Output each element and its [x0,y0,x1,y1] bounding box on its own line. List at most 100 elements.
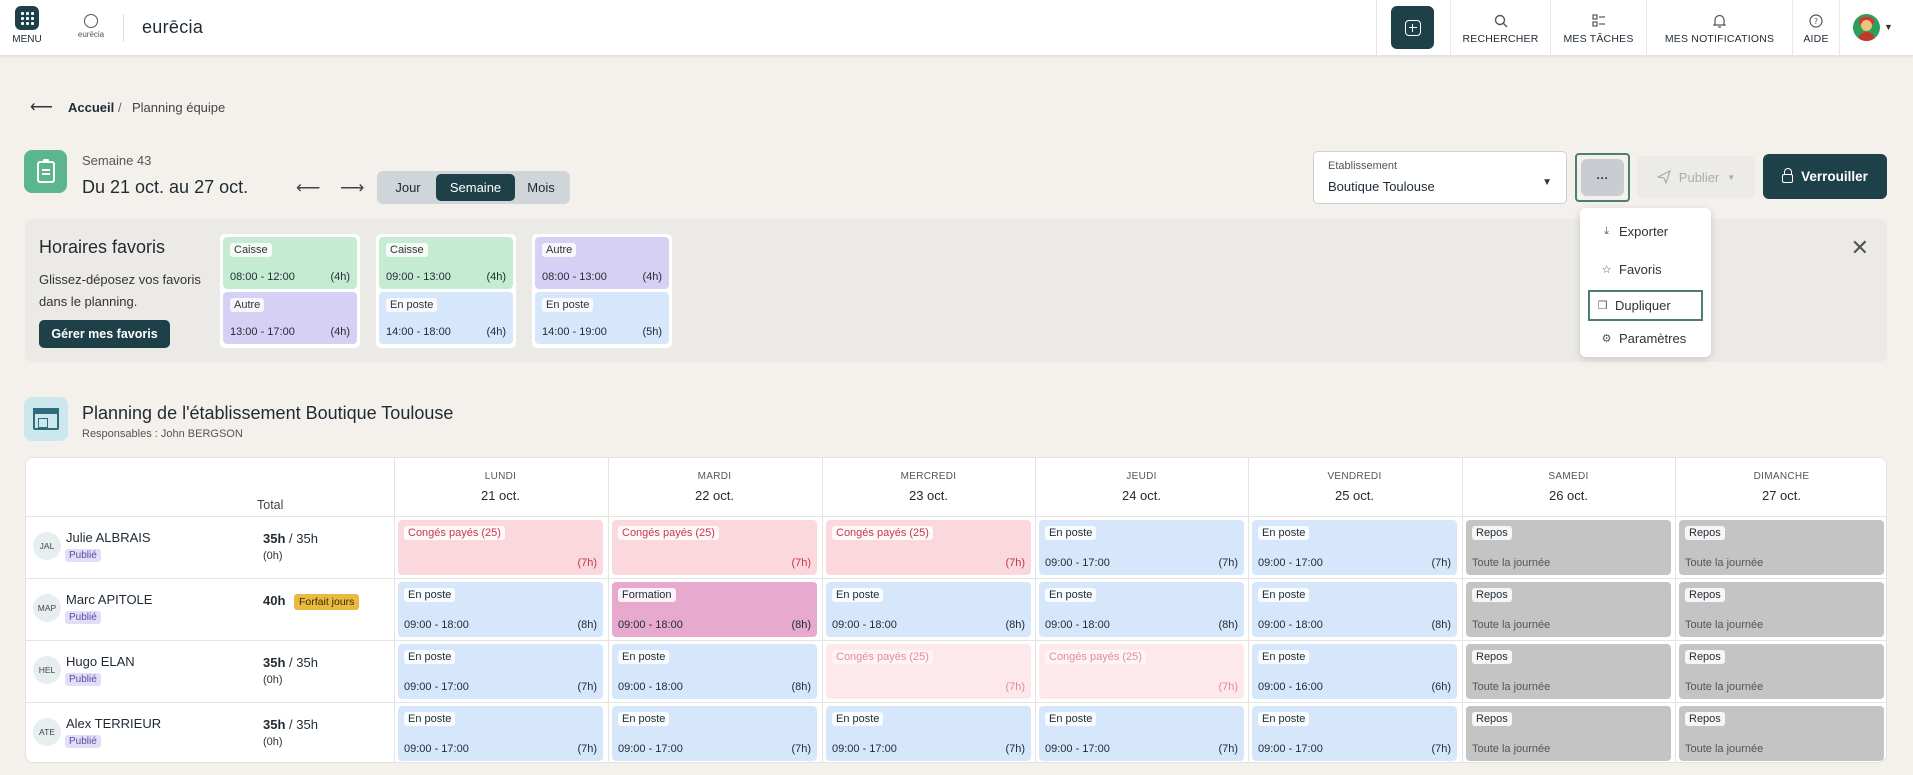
employee-row[interactable]: HEL Hugo ELAN Publié 35h / 35h (0h) [26,641,394,703]
favorite-time: 14:00 - 18:00 [386,326,451,338]
shift-duration: (7h) [1431,743,1451,755]
shift-tag: En poste [404,650,456,664]
shift-tag: Congés payés (25) [618,526,719,540]
employee-name[interactable]: Alex TERRIEUR [66,716,161,731]
hours-value: 35h [263,531,286,546]
breadcrumb-home[interactable]: Accueil [68,100,114,115]
shift-cell[interactable]: En poste 09:00 - 17:00 (7h) [398,706,603,761]
shift-cell[interactable]: En poste 09:00 - 17:00 (7h) [612,706,817,761]
favorite-shift-card[interactable]: En poste 14:00 - 18:00 (4h) [379,292,513,344]
shift-cell[interactable]: Repos Toute la journée [1466,644,1671,699]
shift-tag: Congés payés (25) [404,526,505,540]
lock-button[interactable]: Verrouiller [1763,154,1887,199]
shift-cell[interactable]: En poste 09:00 - 16:00 (6h) [1252,644,1457,699]
shift-cell[interactable]: En poste 09:00 - 18:00 (8h) [612,644,817,699]
employee-row[interactable]: MAP Marc APITOLE Publié 40h Forfait jours [26,579,394,641]
favorite-shift-card[interactable]: Caisse 09:00 - 13:00 (4h) [379,237,513,289]
shift-cell[interactable]: En poste 09:00 - 17:00 (7h) [1252,706,1457,761]
previous-week-arrow-icon[interactable]: ⟵ [296,178,320,198]
download-icon: ⤓ [1604,225,1609,237]
shift-cell[interactable]: En poste 09:00 - 18:00 (8h) [1039,582,1244,637]
week-range: Du 21 oct. au 27 oct. [82,177,249,197]
view-month[interactable]: Mois [515,174,567,201]
shift-cell[interactable]: Repos Toute la journée [1679,520,1884,575]
shift-cell[interactable]: Congés payés (25) (7h) [826,520,1031,575]
user-avatar[interactable] [1853,14,1880,41]
menu-button[interactable]: MENU [8,6,46,45]
nav-search[interactable]: RECHERCHER [1450,0,1550,56]
more-actions-button[interactable]: ··· [1575,153,1630,202]
employee-name[interactable]: Marc APITOLE [66,592,152,607]
shift-cell[interactable]: En poste 09:00 - 18:00 (8h) [1252,582,1457,637]
shift-time: Toute la journée [1472,681,1551,693]
publish-button[interactable]: Publier ▼ [1637,156,1755,198]
shift-tag: En poste [1258,650,1310,664]
shift-cell[interactable]: En poste 09:00 - 17:00 (7h) [1039,706,1244,761]
shift-cell[interactable]: En poste 09:00 - 18:00 (8h) [826,582,1031,637]
dropdown-settings[interactable]: ⚙ Paramètres [1588,323,1703,354]
shift-cell[interactable]: En poste 09:00 - 17:00 (7h) [1039,520,1244,575]
chevron-down-icon[interactable]: ▼ [1884,22,1893,32]
shift-cell[interactable]: Repos Toute la journée [1466,520,1671,575]
view-day[interactable]: Jour [380,174,436,201]
status-badge: Publié [65,611,101,624]
favorite-shift-card[interactable]: Caisse 08:00 - 12:00 (4h) [223,237,357,289]
shift-cell[interactable]: En poste 09:00 - 17:00 (7h) [826,706,1031,761]
favorites-column: Caisse 08:00 - 12:00 (4h) Autre 13:00 - 17:0… [220,234,360,348]
favorite-shift-card[interactable]: Autre 08:00 - 13:00 (4h) [535,237,669,289]
shift-cell[interactable]: En poste 09:00 - 17:00 (7h) [398,644,603,699]
next-week-arrow-icon[interactable]: ⟶ [340,178,364,198]
shift-cell[interactable]: Repos Toute la journée [1679,582,1884,637]
hours-contract: / 35h [285,717,318,732]
view-week[interactable]: Semaine [436,174,515,201]
nav-notifications[interactable]: MES NOTIFICATIONS [1646,0,1792,56]
back-arrow-icon[interactable]: ⟵ [30,97,53,117]
manage-favorites-button[interactable]: Gérer mes favoris [39,320,170,348]
shift-cell[interactable]: Congés payés (25) (7h) [398,520,603,575]
logo-text: eurēcia [77,30,105,39]
shift-tag: Formation [618,588,676,602]
favorite-shift-card[interactable]: En poste 14:00 - 19:00 (5h) [535,292,669,344]
dropdown-duplicate-label: Dupliquer [1615,298,1671,313]
nav-help-label: AIDE [1803,33,1829,45]
shift-time: 09:00 - 17:00 [1258,557,1323,569]
favorite-time: 13:00 - 17:00 [230,326,295,338]
shift-cell[interactable]: Formation 09:00 - 18:00 (8h) [612,582,817,637]
shift-cell[interactable]: Repos Toute la journée [1679,706,1884,761]
dropdown-favorites[interactable]: ☆ Favoris [1588,254,1703,285]
publish-label: Publier [1678,169,1720,185]
employee-name[interactable]: Julie ALBRAIS [66,530,151,545]
shift-cell[interactable]: Repos Toute la journée [1679,644,1884,699]
hours-value: 35h [263,655,286,670]
etablissement-select[interactable]: Etablissement Boutique Toulouse ▼ [1313,151,1567,204]
tasks-icon [1551,12,1646,30]
settings-icon: ⚙ [1601,333,1612,345]
shift-cell[interactable]: Congés payés (25) (7h) [612,520,817,575]
dropdown-export[interactable]: ⤓ Exporter [1588,216,1703,247]
favorite-duration: (5h) [642,326,662,338]
shift-time: 09:00 - 17:00 [1045,557,1110,569]
shift-duration: (7h) [577,681,597,693]
day-header: SAMEDI 26 oct. [1462,458,1675,516]
nav-tasks[interactable]: MES TÂCHES [1550,0,1646,56]
employee-row[interactable]: JAL Julie ALBRAIS Publié 35h / 35h (0h) [26,517,394,579]
nav-help[interactable]: ? AIDE [1792,0,1840,56]
shift-cell[interactable]: Congés payés (25) (7h) [1039,644,1244,699]
shift-cell[interactable]: En poste 09:00 - 18:00 (8h) [398,582,603,637]
eurecia-logo[interactable]: eurēcia [72,14,110,39]
etablissement-value: Boutique Toulouse [1328,179,1435,194]
shift-cell[interactable]: Congés payés (25) (7h) [826,644,1031,699]
shift-cell[interactable]: Repos Toute la journée [1466,706,1671,761]
status-badge: Publié [65,549,101,562]
day-date: 23 oct. [908,488,949,503]
employee-row[interactable]: ATE Alex TERRIEUR Publié 35h / 35h (0h) [26,703,394,762]
shift-time: 09:00 - 17:00 [1045,743,1110,755]
shift-cell[interactable]: En poste 09:00 - 17:00 (7h) [1252,520,1457,575]
create-button[interactable] [1391,6,1434,49]
shift-cell[interactable]: Repos Toute la journée [1466,582,1671,637]
favorite-shift-card[interactable]: Autre 13:00 - 17:00 (4h) [223,292,357,344]
close-icon[interactable]: ✕ [1851,235,1869,261]
employee-name[interactable]: Hugo ELAN [66,654,135,669]
dropdown-duplicate[interactable]: ❐ Dupliquer [1588,290,1703,321]
shift-tag: En poste [404,712,456,726]
